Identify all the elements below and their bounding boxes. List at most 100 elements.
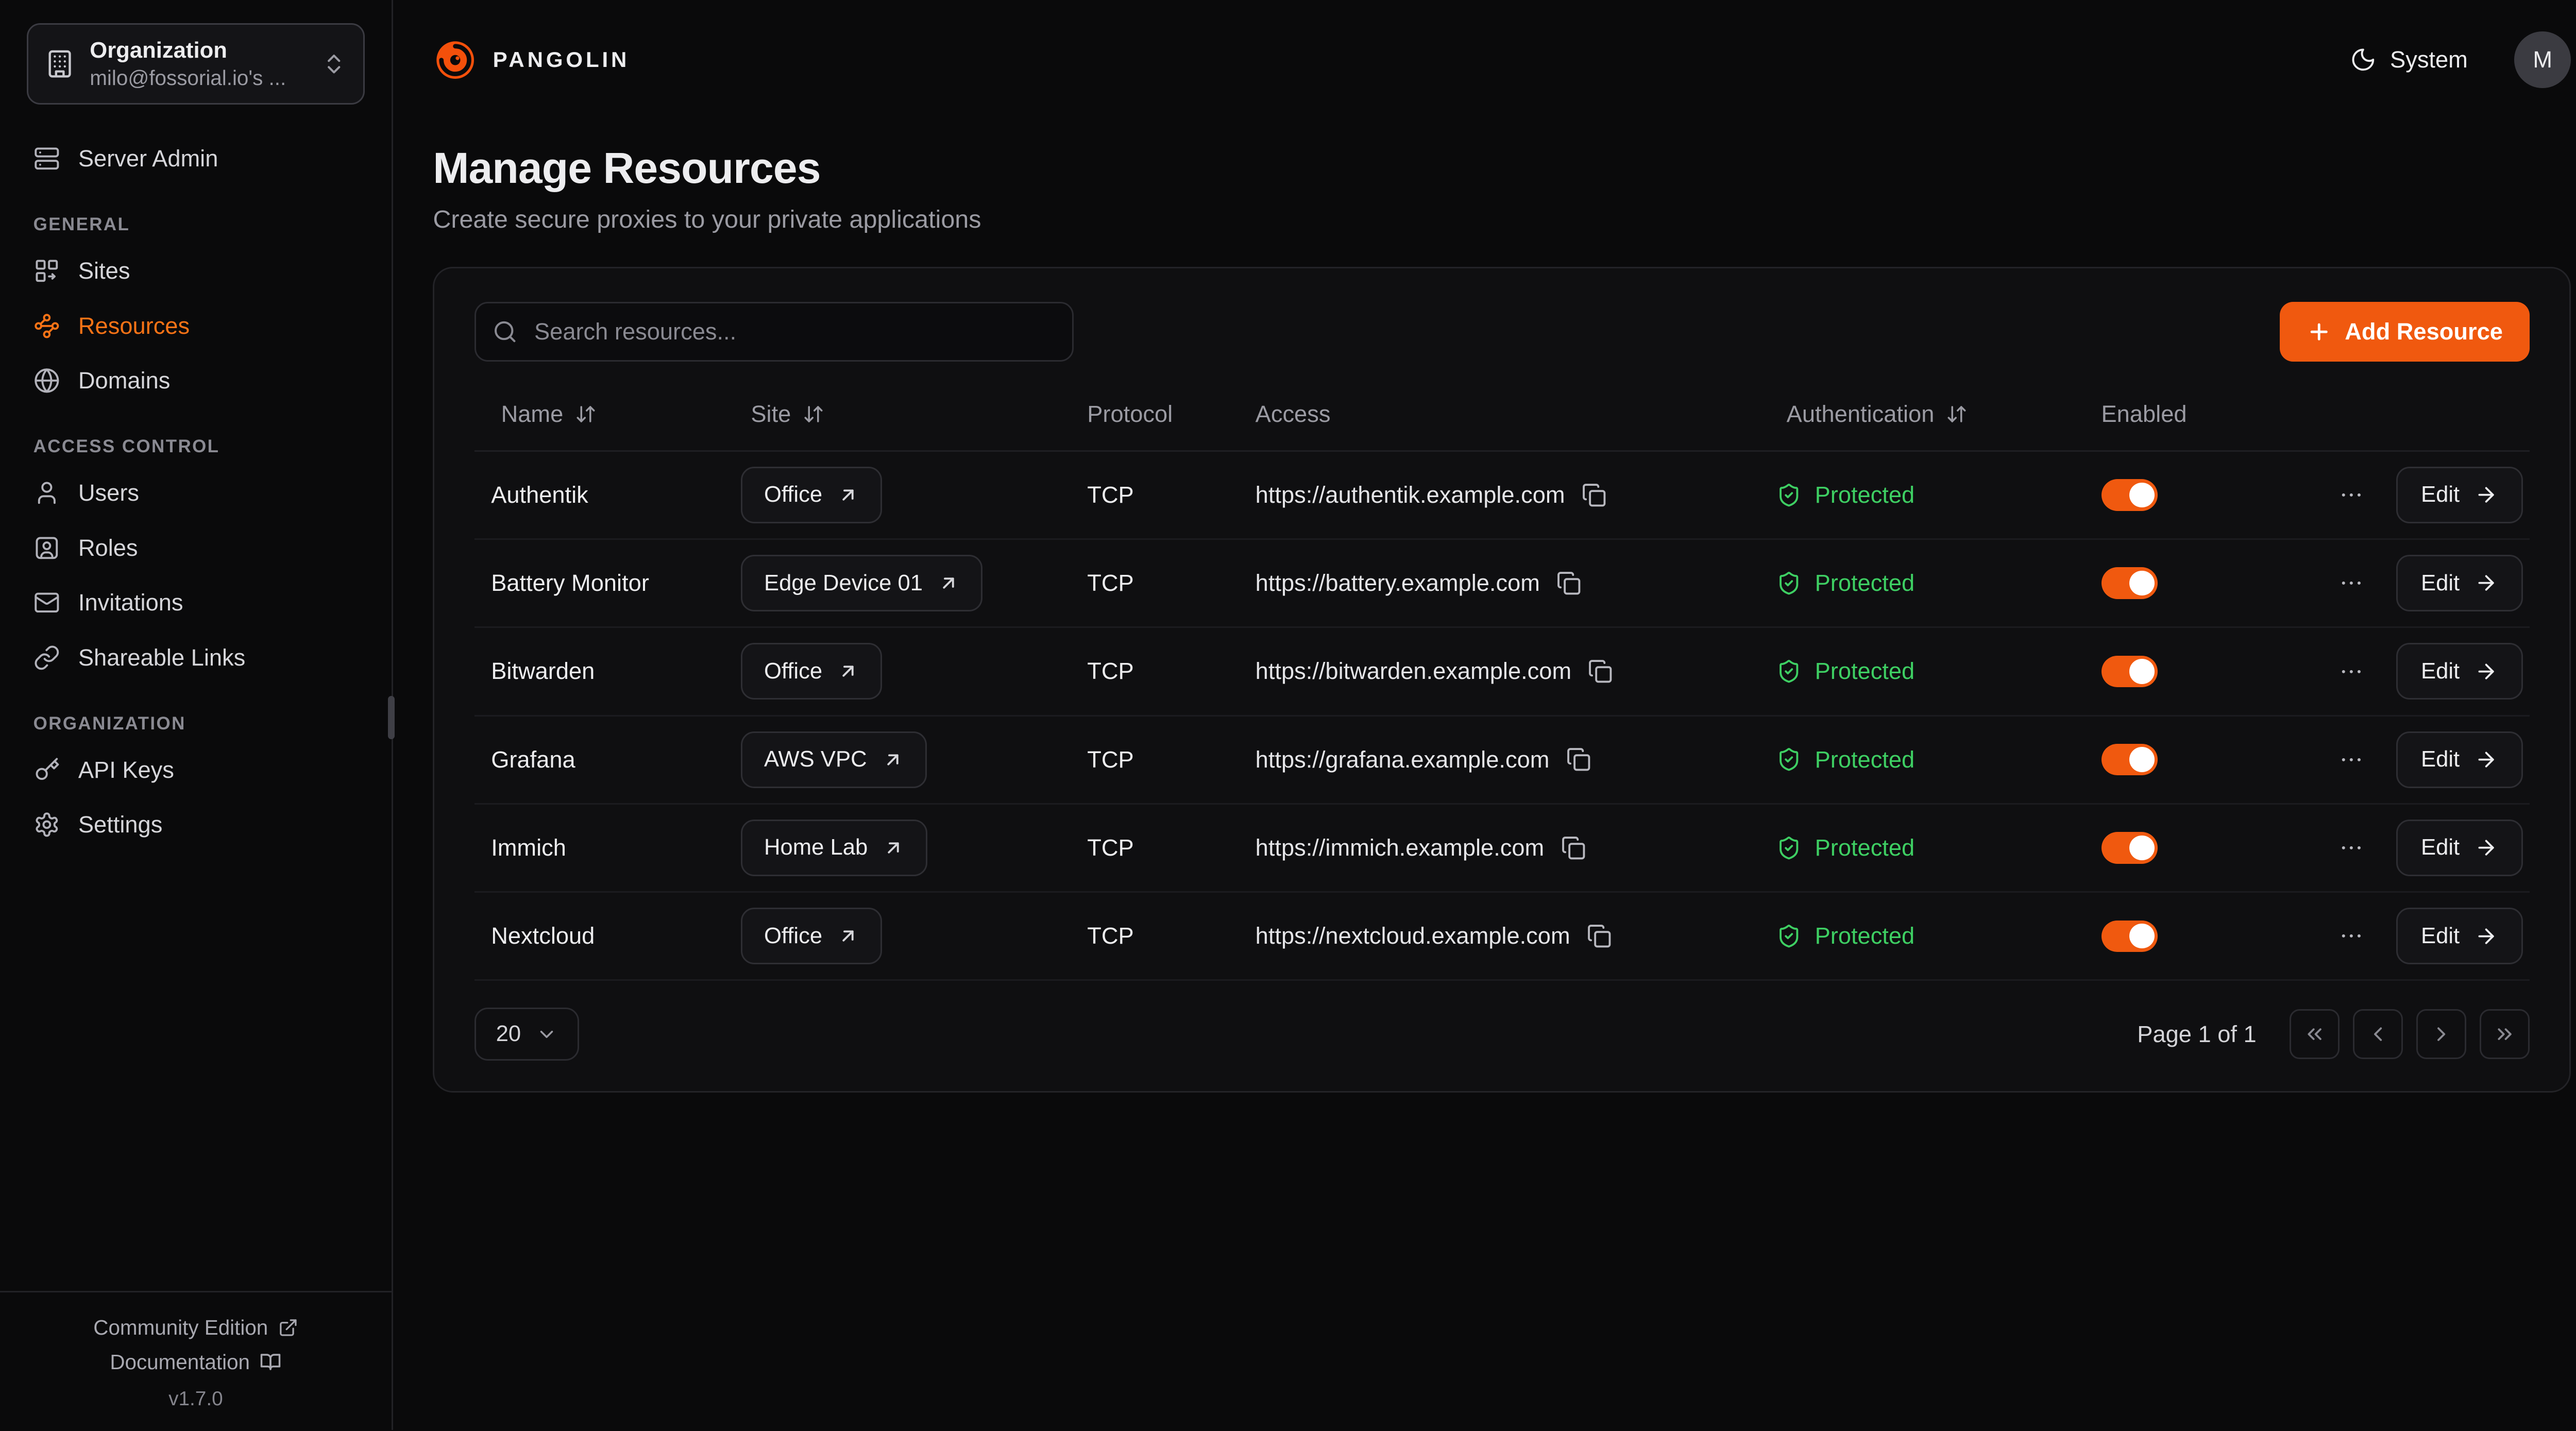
edit-button[interactable]: Edit (2396, 820, 2523, 876)
enabled-toggle[interactable] (2102, 921, 2158, 952)
protocol-value: TCP (1087, 482, 1133, 508)
shield-check-icon (1776, 659, 1801, 684)
actions-cell: Edit (2326, 467, 2530, 523)
sidebar-item-settings[interactable]: Settings (20, 797, 371, 853)
page-size-select[interactable]: 20 (474, 1008, 579, 1061)
sort-icon (803, 403, 824, 425)
sidebar-resize-handle[interactable] (388, 696, 395, 739)
book-icon (260, 1351, 281, 1373)
copy-url-button[interactable] (1553, 567, 1585, 599)
section-label-organization: ORGANIZATION (33, 713, 359, 734)
protocol-value: TCP (1087, 834, 1133, 861)
edit-button[interactable]: Edit (2396, 643, 2523, 700)
sidebar-footer: Community Edition Documentation v1.7.0 (0, 1291, 392, 1430)
enabled-toggle[interactable] (2102, 832, 2158, 863)
edit-label: Edit (2421, 747, 2460, 772)
avatar[interactable]: M (2514, 31, 2571, 88)
protocol-cell: TCP (1071, 482, 1239, 508)
row-menu-button[interactable] (2331, 475, 2371, 515)
copy-url-button[interactable] (1585, 656, 1616, 687)
arrow-right-icon (2475, 571, 2498, 594)
copy-url-button[interactable] (1583, 921, 1615, 952)
search-input[interactable] (474, 302, 1074, 362)
edit-button[interactable]: Edit (2396, 467, 2523, 523)
row-menu-button[interactable] (2331, 563, 2371, 603)
chevron-left-icon (2366, 1023, 2389, 1046)
sidebar-item-roles[interactable]: Roles (20, 520, 371, 575)
site-link-button[interactable]: Office (741, 467, 882, 523)
resource-name: Immich (491, 834, 566, 861)
site-link-button[interactable]: Home Lab (741, 820, 927, 876)
enabled-toggle[interactable] (2102, 744, 2158, 775)
arrow-right-icon (2475, 925, 2498, 948)
copy-url-button[interactable] (1557, 832, 1589, 863)
header-authentication: Authentication (1760, 389, 2084, 439)
site-link-button[interactable]: Edge Device 01 (741, 555, 982, 611)
last-page-button[interactable] (2480, 1009, 2530, 1059)
resource-name: Battery Monitor (491, 570, 649, 597)
sidebar-item-label: API Keys (78, 754, 174, 786)
add-resource-button[interactable]: Add Resource (2280, 302, 2529, 362)
header-protocol: Protocol (1071, 401, 1239, 428)
org-selector-text: Organization milo@fossorial.io's ... (90, 37, 307, 92)
theme-selector[interactable]: System (2340, 45, 2478, 75)
row-menu-button[interactable] (2331, 652, 2371, 692)
actions-cell: Edit (2326, 555, 2530, 611)
card-toolbar: Add Resource (474, 302, 2530, 362)
sidebar-item-shareable-links[interactable]: Shareable Links (20, 630, 371, 685)
enabled-toggle[interactable] (2102, 567, 2158, 599)
chevrons-right-icon (2493, 1023, 2516, 1046)
edit-button[interactable]: Edit (2396, 731, 2523, 788)
edit-button[interactable]: Edit (2396, 908, 2523, 964)
sort-authentication-button[interactable]: Authentication (1776, 389, 1977, 439)
sidebar-item-server-admin[interactable]: Server Admin (20, 131, 371, 186)
authentication-cell: Protected (1760, 482, 2084, 508)
org-selector[interactable]: Organization milo@fossorial.io's ... (27, 23, 365, 105)
header-access: Access (1239, 401, 1760, 428)
access-url: https://authentik.example.com (1256, 482, 1565, 508)
enabled-cell (2084, 921, 2326, 952)
org-subtitle: milo@fossorial.io's ... (90, 65, 307, 92)
row-menu-button[interactable] (2331, 740, 2371, 780)
shield-check-icon (1776, 924, 1801, 948)
sidebar-item-api-keys[interactable]: API Keys (20, 742, 371, 797)
first-page-button[interactable] (2290, 1009, 2340, 1059)
sidebar-item-label: Resources (78, 310, 190, 342)
sidebar-item-label: Server Admin (78, 143, 218, 174)
documentation-link[interactable]: Documentation (0, 1345, 392, 1379)
access-cell: https://bitwarden.example.com (1239, 656, 1760, 687)
sidebar-item-domains[interactable]: Domains (20, 353, 371, 408)
sidebar-item-users[interactable]: Users (20, 466, 371, 521)
copy-url-button[interactable] (1563, 744, 1594, 775)
site-link-button[interactable]: Office (741, 908, 882, 964)
section-label-general: GENERAL (33, 214, 359, 235)
toggle-knob (2129, 659, 2154, 684)
edit-label: Edit (2421, 571, 2460, 596)
prev-page-button[interactable] (2353, 1009, 2403, 1059)
community-edition-link[interactable]: Community Edition (0, 1311, 392, 1345)
site-link-button[interactable]: Office (741, 643, 882, 700)
globe-icon (33, 367, 60, 394)
sidebar-item-invitations[interactable]: Invitations (20, 575, 371, 631)
resource-name-cell: Battery Monitor (474, 570, 724, 597)
page-title: Manage Resources (433, 143, 2571, 193)
sidebar-item-sites[interactable]: Sites (20, 244, 371, 299)
main-content: PANGOLIN System M Manage Resources Creat… (393, 0, 2576, 1430)
sidebar-item-resources[interactable]: Resources (20, 298, 371, 353)
enabled-toggle[interactable] (2102, 656, 2158, 687)
site-link-button[interactable]: AWS VPC (741, 731, 927, 788)
header-label: Name (501, 401, 564, 428)
next-page-button[interactable] (2416, 1009, 2466, 1059)
access-cell: https://nextcloud.example.com (1239, 921, 1760, 952)
sort-name-button[interactable]: Name (491, 389, 606, 439)
brand[interactable]: PANGOLIN (433, 38, 630, 82)
edit-button[interactable]: Edit (2396, 555, 2523, 611)
sort-site-button[interactable]: Site (741, 389, 834, 439)
topbar-right: System M (2340, 31, 2571, 88)
authentication-cell: Protected (1760, 923, 2084, 949)
enabled-toggle[interactable] (2102, 479, 2158, 510)
copy-url-button[interactable] (1578, 479, 1609, 510)
row-menu-button[interactable] (2331, 828, 2371, 868)
row-menu-button[interactable] (2331, 916, 2371, 956)
sidebar-item-label: Domains (78, 365, 171, 396)
